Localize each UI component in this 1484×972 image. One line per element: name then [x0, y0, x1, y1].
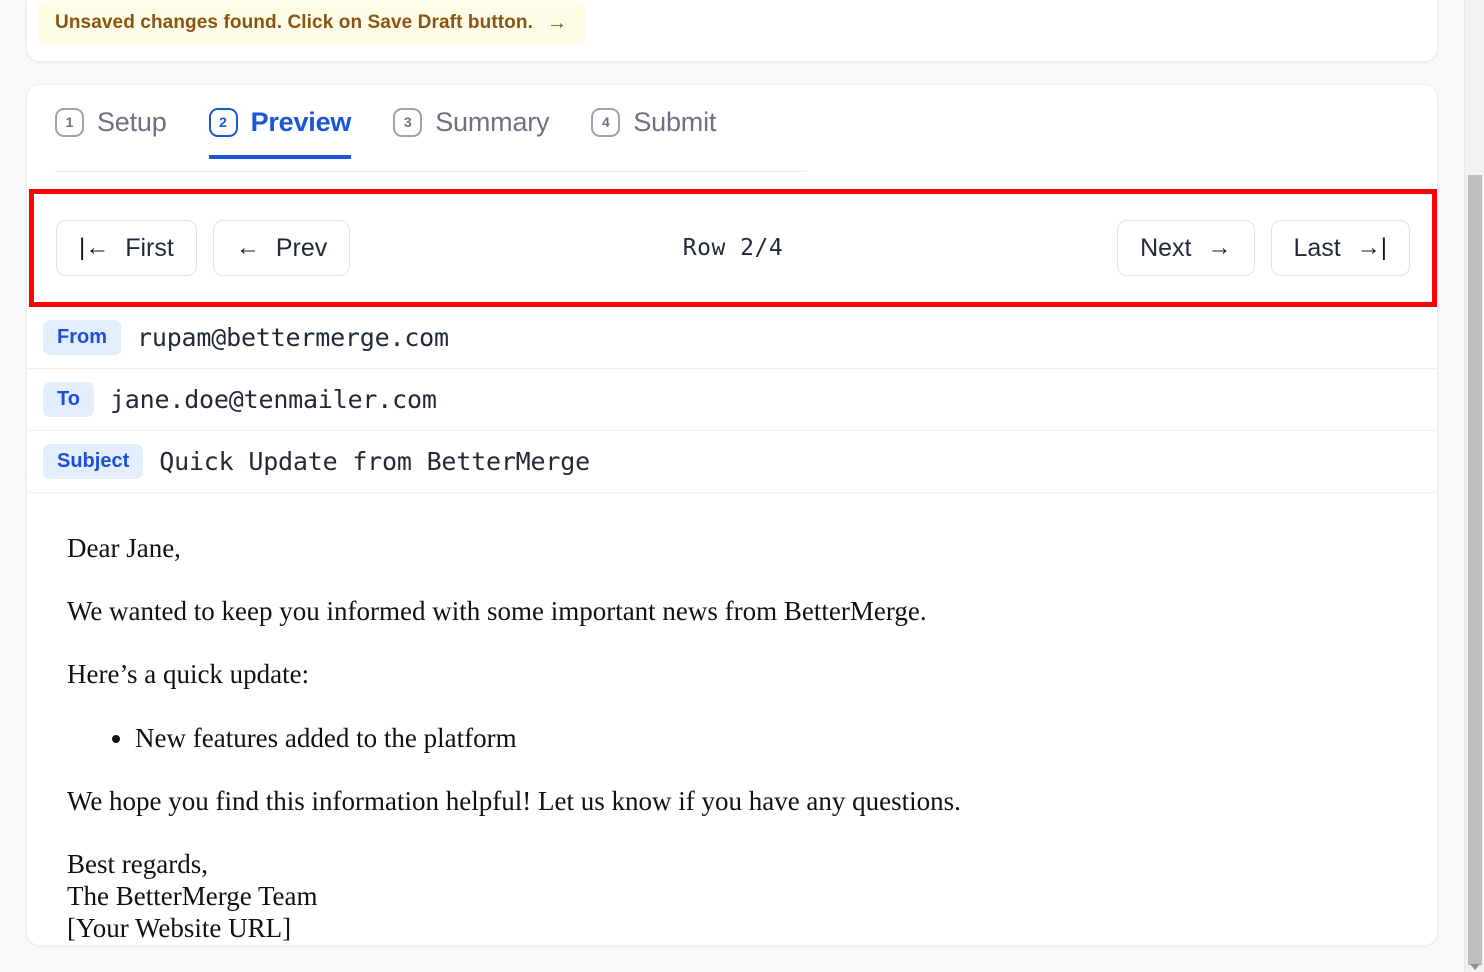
- first-arrow-icon: |←: [79, 236, 109, 260]
- step-number-1: 1: [55, 108, 84, 137]
- email-paragraph-3: We hope you find this information helpfu…: [67, 786, 1397, 816]
- last-arrow-icon: →|: [1357, 236, 1387, 260]
- tab-summary-label: Summary: [435, 107, 549, 138]
- from-value: rupam@bettermerge.com: [137, 323, 449, 352]
- signature-line-1: Best regards,: [67, 849, 208, 879]
- email-to-row: To jane.doe@tenmailer.com: [27, 369, 1437, 431]
- prev-row-button[interactable]: ← Prev: [213, 220, 350, 276]
- first-row-button[interactable]: |← First: [56, 220, 197, 276]
- email-from-row: From rupam@bettermerge.com: [27, 307, 1437, 369]
- row-navigation-toolbar: Row 2/4 |← First ← Prev Next → Last: [29, 189, 1437, 307]
- signature-line-2: The BetterMerge Team: [67, 881, 318, 911]
- arrow-left-icon: ←: [236, 236, 260, 260]
- tabs-divider: [55, 171, 807, 172]
- last-row-button-label: Last: [1294, 234, 1341, 263]
- vertical-scrollbar[interactable]: [1464, 0, 1484, 972]
- email-signature: Best regards, The BetterMerge Team [Your…: [67, 849, 1397, 945]
- tab-submit-label: Submit: [633, 107, 716, 138]
- last-row-button[interactable]: Last →|: [1271, 220, 1411, 276]
- from-label: From: [43, 320, 121, 355]
- email-greeting: Dear Jane,: [67, 533, 1397, 563]
- prev-row-button-label: Prev: [276, 234, 327, 263]
- nav-right-group: Next → Last →|: [1117, 220, 1410, 276]
- signature-line-3: [Your Website URL]: [67, 913, 291, 943]
- next-row-button[interactable]: Next →: [1117, 220, 1254, 276]
- nav-left-group: |← First ← Prev: [56, 220, 350, 276]
- tab-summary[interactable]: 3 Summary: [393, 85, 573, 159]
- active-tab-underline: [209, 155, 352, 159]
- list-item: New features added to the platform: [135, 723, 1397, 753]
- step-number-2: 2: [209, 108, 238, 137]
- wizard-stepper: 1 Setup 2 Preview 3 Summary 4 Submit: [27, 85, 1437, 173]
- unsaved-changes-card: Unsaved changes found. Click on Save Dra…: [26, 0, 1438, 62]
- email-bullet-list: New features added to the platform: [67, 723, 1397, 753]
- arrow-right-icon[interactable]: →: [547, 13, 567, 33]
- step-number-3: 3: [393, 108, 422, 137]
- scrollbar-thumb[interactable]: [1468, 175, 1482, 965]
- to-label: To: [43, 382, 94, 417]
- page-scroll-region: Unsaved changes found. Click on Save Dra…: [0, 0, 1464, 972]
- email-paragraph-2: Here’s a quick update:: [67, 659, 1397, 689]
- email-header-fields: From rupam@bettermerge.com To jane.doe@t…: [27, 307, 1437, 493]
- tab-preview[interactable]: 2 Preview: [209, 85, 376, 159]
- email-subject-row: Subject Quick Update from BetterMerge: [27, 431, 1437, 493]
- scroll-down-arrow-icon[interactable]: [1470, 964, 1480, 970]
- tab-preview-label: Preview: [251, 107, 352, 138]
- tab-setup[interactable]: 1 Setup: [55, 85, 191, 159]
- wizard-card: 1 Setup 2 Preview 3 Summary 4 Submit Row…: [26, 84, 1438, 946]
- to-value: jane.doe@tenmailer.com: [110, 385, 437, 414]
- next-row-button-label: Next: [1140, 234, 1191, 263]
- unsaved-changes-text: Unsaved changes found. Click on Save Dra…: [55, 12, 533, 34]
- tab-submit[interactable]: 4 Submit: [591, 85, 740, 159]
- subject-label: Subject: [43, 444, 143, 479]
- email-body-preview: Dear Jane, We wanted to keep you informe…: [27, 495, 1437, 946]
- email-paragraph-1: We wanted to keep you informed with some…: [67, 596, 1397, 626]
- arrow-right-icon: →: [1208, 236, 1232, 260]
- step-number-4: 4: [591, 108, 620, 137]
- first-row-button-label: First: [125, 234, 174, 263]
- tab-setup-label: Setup: [97, 107, 167, 138]
- unsaved-changes-banner[interactable]: Unsaved changes found. Click on Save Dra…: [37, 1, 585, 45]
- subject-value: Quick Update from BetterMerge: [159, 447, 590, 476]
